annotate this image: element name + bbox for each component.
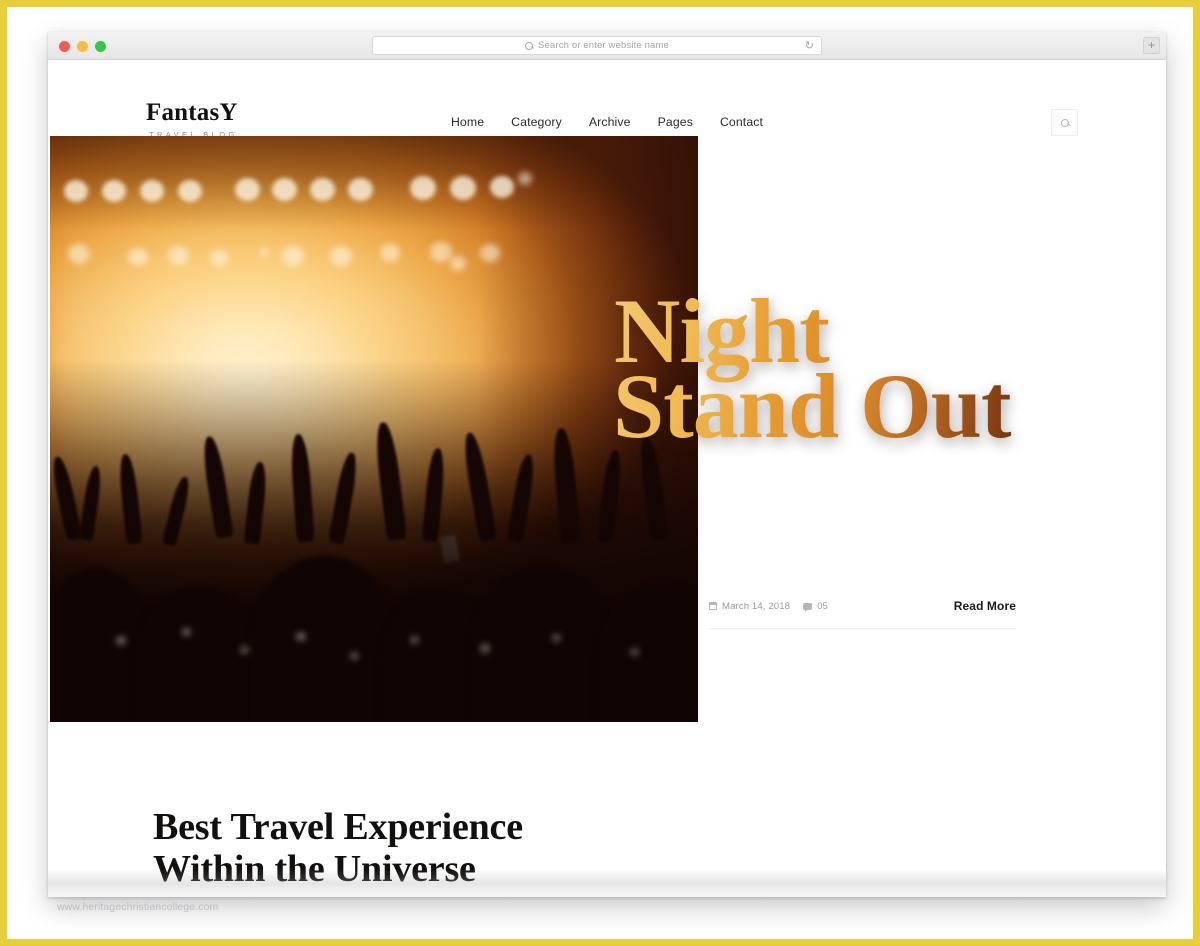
bokeh-light — [430, 242, 452, 262]
bokeh-light — [68, 244, 90, 264]
hero-meta-left: March 14, 2018 05 — [709, 601, 828, 612]
close-window-button[interactable] — [59, 41, 70, 52]
address-bar-content: Search or enter website name — [525, 40, 669, 51]
comment-icon — [803, 602, 813, 612]
maximize-window-button[interactable] — [95, 41, 106, 52]
bokeh-light — [450, 176, 476, 200]
bokeh-light — [450, 256, 466, 271]
bokeh-light — [272, 178, 297, 201]
nav-item-contact[interactable]: Contact — [720, 115, 763, 129]
hero-headline: Night Stand Out — [613, 289, 1166, 448]
bokeh-light — [350, 652, 359, 660]
section-title-line-1: Best Travel Experience — [153, 806, 523, 848]
new-tab-button[interactable]: + — [1143, 37, 1160, 54]
post-date: March 14, 2018 — [709, 601, 790, 612]
bokeh-light — [518, 172, 532, 185]
bokeh-light — [140, 180, 164, 202]
nav-item-category[interactable]: Category — [511, 115, 562, 129]
bokeh-light — [630, 648, 639, 656]
bokeh-light — [102, 180, 126, 202]
post-date-text: March 14, 2018 — [722, 600, 791, 612]
search-icon — [1060, 118, 1069, 127]
post-comments: 05 — [803, 601, 828, 612]
hero-slider: Night Stand Out March 14, 2018 05 Read M… — [48, 136, 1166, 782]
reload-icon[interactable]: ↻ — [805, 41, 814, 52]
browser-titlebar: Search or enter website name ↻ + — [48, 32, 1166, 60]
page-frame: Search or enter website name ↻ + FantasY… — [0, 0, 1200, 946]
bokeh-light — [552, 634, 561, 642]
bokeh-light — [235, 178, 260, 201]
bokeh-light — [178, 180, 202, 202]
bokeh-light — [330, 246, 352, 266]
bokeh-light — [410, 176, 436, 200]
hero-headline-line-2: Stand Out — [613, 354, 1011, 457]
nav-item-home[interactable]: Home — [451, 115, 484, 129]
bokeh-light — [490, 176, 514, 198]
bokeh-light — [240, 646, 249, 654]
bokeh-light — [480, 644, 490, 653]
window-controls — [59, 41, 106, 52]
bokeh-light — [260, 248, 269, 256]
bokeh-light — [296, 632, 306, 641]
bokeh-light — [380, 244, 400, 262]
address-bar[interactable]: Search or enter website name ↻ — [372, 36, 822, 55]
hero-meta-row: March 14, 2018 05 Read More — [709, 599, 1016, 629]
bokeh-light — [64, 180, 88, 202]
page-watermark: www.heritagechristiancollege.com — [57, 901, 219, 913]
bokeh-light — [168, 246, 189, 265]
bokeh-light — [182, 628, 191, 636]
minimize-window-button[interactable] — [77, 41, 88, 52]
header-search-button[interactable] — [1051, 109, 1078, 136]
read-more-link[interactable]: Read More — [954, 599, 1016, 613]
site-header: FantasY TRAVEL BLOG Home Category Archiv… — [48, 60, 1166, 139]
section-title-line-2: Within the Universe — [153, 847, 476, 890]
bokeh-light — [410, 636, 419, 644]
bokeh-light — [310, 178, 335, 201]
primary-nav: Home Category Archive Pages Contact — [48, 115, 1166, 129]
bokeh-light — [480, 244, 500, 262]
bokeh-light — [128, 248, 148, 266]
bokeh-light — [210, 250, 228, 266]
site-viewport: FantasY TRAVEL BLOG Home Category Archiv… — [48, 60, 1166, 897]
below-hero-section: Best Travel Experience Within the Univer… — [48, 722, 1166, 897]
crowd-head — [470, 564, 616, 722]
hero-image — [50, 136, 698, 722]
bokeh-light — [282, 246, 304, 266]
address-input-placeholder: Search or enter website name — [538, 40, 669, 51]
nav-item-archive[interactable]: Archive — [589, 115, 631, 129]
search-icon — [525, 41, 534, 50]
calendar-icon — [709, 602, 717, 610]
section-title: Best Travel Experience Within the Univer… — [153, 806, 523, 891]
bokeh-light — [116, 636, 126, 645]
bokeh-light — [348, 178, 373, 201]
crowd-head — [250, 556, 400, 722]
nav-item-pages[interactable]: Pages — [658, 115, 693, 129]
post-comment-count: 05 — [817, 600, 828, 612]
browser-window: Search or enter website name ↻ + FantasY… — [48, 32, 1166, 897]
